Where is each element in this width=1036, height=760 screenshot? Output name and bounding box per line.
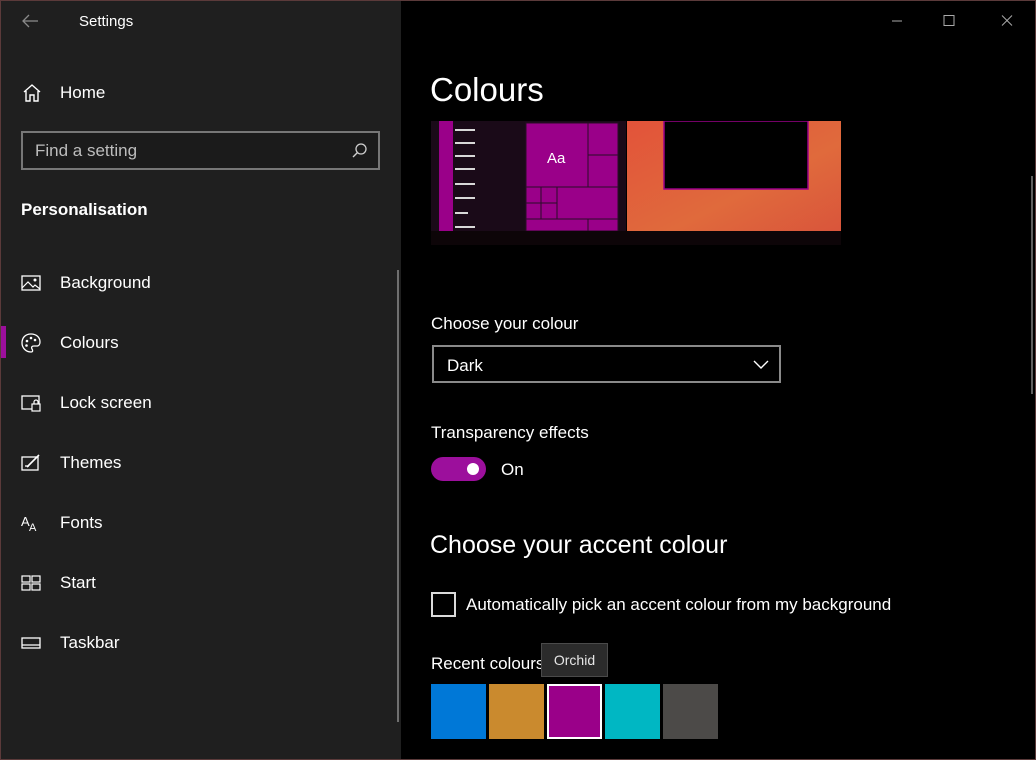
minimize-button[interactable] [874, 0, 920, 44]
taskbar-icon [21, 637, 41, 649]
sidebar-item-taskbar[interactable]: Taskbar [0, 622, 396, 682]
sidebar-item-colours[interactable]: Colours [0, 322, 396, 382]
fonts-icon: A A [21, 514, 37, 534]
close-icon [1001, 15, 1013, 26]
colour-mode-dropdown[interactable]: Dark [432, 345, 781, 383]
transparency-label: Transparency effects [431, 423, 589, 442]
toggle-state-label: On [501, 460, 524, 479]
themes-icon [21, 454, 40, 471]
sidebar-item-lock-screen[interactable]: Lock screen [0, 382, 396, 442]
minimize-icon [892, 20, 902, 22]
app-title: Settings [79, 13, 134, 30]
accent-section-title: Choose your accent colour [430, 531, 728, 559]
maximize-button[interactable] [926, 0, 972, 44]
titlebar: Settings [0, 0, 401, 44]
main-scrollbar[interactable] [1031, 176, 1033, 394]
colour-swatch[interactable] [431, 684, 486, 739]
toggle-knob [467, 463, 479, 475]
sidebar-item-label: Background [60, 273, 151, 292]
colour-swatch[interactable] [663, 684, 718, 739]
auto-pick-accent-checkbox[interactable] [431, 592, 456, 617]
settings-window: Settings Home Personalisation [0, 0, 1036, 760]
transparency-toggle[interactable] [431, 457, 486, 481]
sidebar: Settings Home Personalisation [0, 0, 401, 760]
home-icon [23, 84, 41, 102]
section-heading: Personalisation [21, 200, 148, 219]
page-title: Colours [430, 71, 544, 108]
sidebar-item-label: Start [60, 573, 96, 592]
sidebar-item-themes[interactable]: Themes [0, 442, 396, 502]
colour-preview: Aa [431, 120, 841, 245]
dropdown-value: Dark [447, 356, 483, 375]
search-input[interactable] [35, 141, 335, 161]
preview-sample-text: Aa [547, 150, 566, 167]
back-button[interactable] [14, 8, 46, 34]
maximize-icon [943, 15, 955, 26]
sidebar-scrollbar[interactable] [397, 270, 399, 722]
colour-swatch[interactable] [547, 684, 602, 739]
close-button[interactable] [984, 0, 1030, 44]
svg-text:A: A [29, 522, 37, 534]
palette-icon [21, 333, 41, 353]
selection-indicator [0, 326, 6, 358]
colour-swatch[interactable] [489, 684, 544, 739]
search-icon[interactable] [351, 142, 368, 159]
search-box[interactable] [21, 131, 380, 170]
sidebar-nav: Background Colours Lock screen Themes A … [0, 262, 396, 682]
sidebar-item-label: Colours [60, 333, 119, 352]
auto-pick-accent-label[interactable]: Automatically pick an accent colour from… [466, 595, 891, 615]
start-icon [21, 575, 41, 591]
choose-colour-label: Choose your colour [431, 314, 579, 333]
sidebar-item-fonts[interactable]: A A Fonts [0, 502, 396, 562]
sidebar-item-label: Themes [60, 453, 122, 472]
colour-swatch[interactable] [605, 684, 660, 739]
sidebar-item-home[interactable]: Home [0, 72, 401, 114]
main-content: Colours Aa Choose your colour Dark Trans… [401, 0, 1036, 760]
sidebar-item-label: Fonts [60, 513, 103, 532]
chevron-down-icon [753, 360, 769, 369]
sidebar-item-label: Taskbar [60, 633, 120, 652]
image-icon [21, 275, 41, 291]
recent-colours-label: Recent colours [431, 654, 545, 673]
sidebar-item-start[interactable]: Start [0, 562, 396, 622]
colour-tooltip: Orchid [541, 643, 608, 677]
sidebar-item-label: Lock screen [60, 393, 152, 412]
back-arrow-icon [22, 14, 38, 28]
preview-illustration: Aa [431, 120, 841, 245]
lock-screen-icon [21, 395, 41, 412]
sidebar-item-background[interactable]: Background [0, 262, 396, 322]
sidebar-item-label: Home [60, 83, 106, 102]
